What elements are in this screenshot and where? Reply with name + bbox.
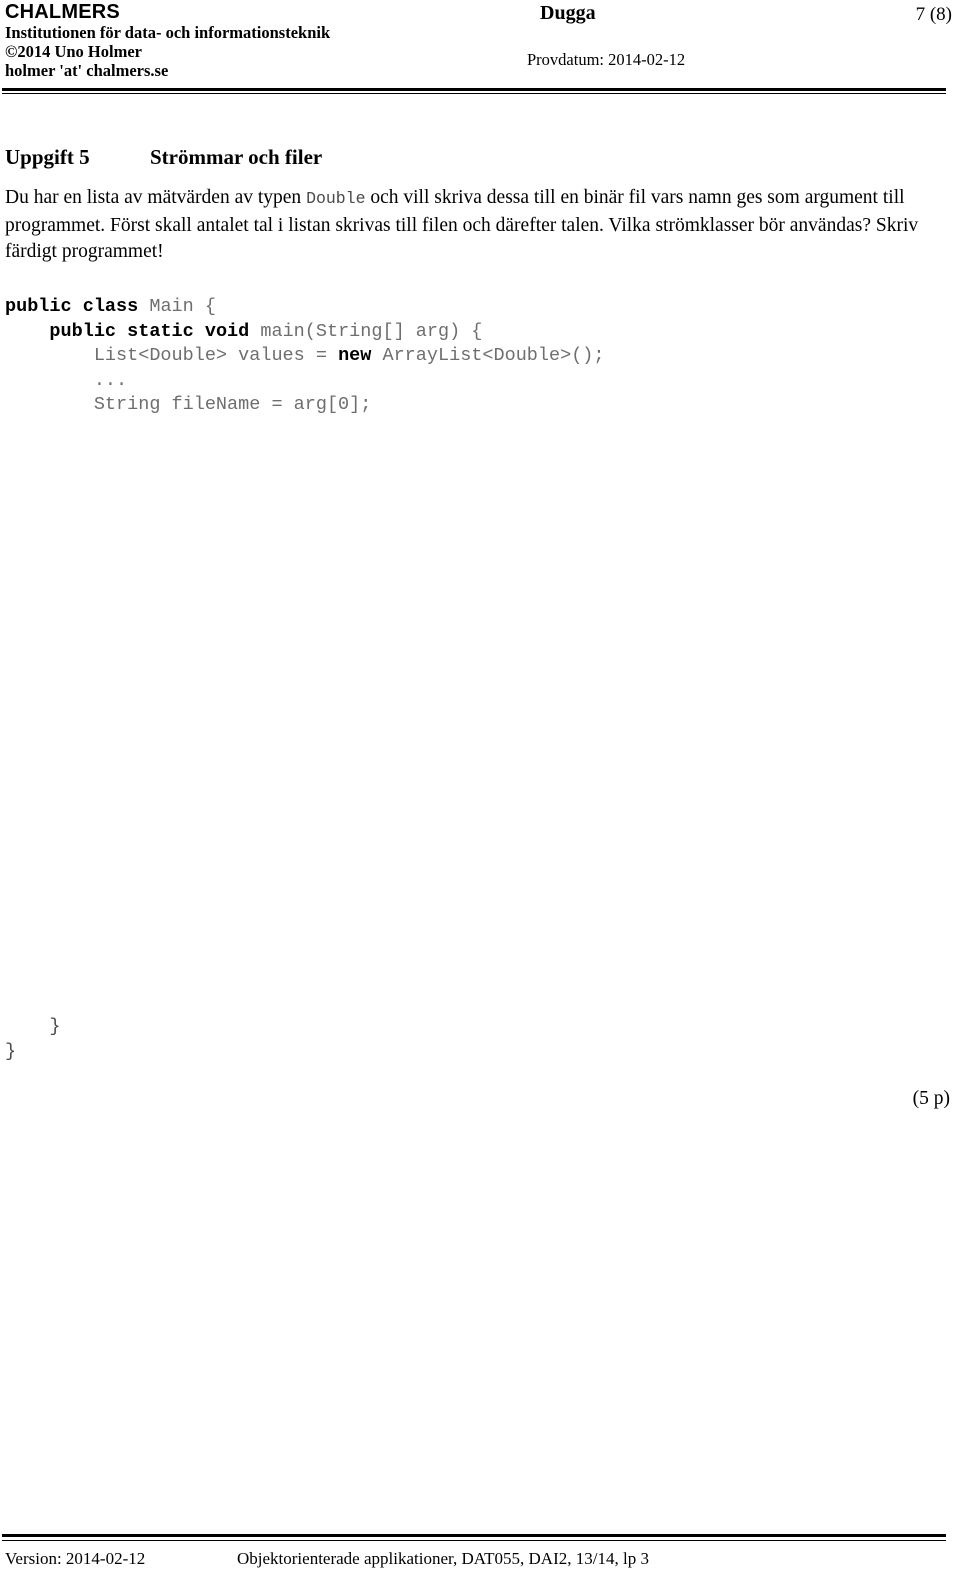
- footer-rule-thick: [2, 1534, 946, 1537]
- code-line1-rest: Main {: [138, 296, 216, 317]
- code-line3-pre: List<Double> values =: [5, 345, 339, 366]
- task-number: Uppgift 5: [5, 145, 90, 169]
- header-institution-block: CHALMERS Institutionen för data- och inf…: [5, 1, 525, 81]
- header-rule-thin: [2, 93, 946, 94]
- task-points: (5 p): [912, 1088, 950, 1109]
- code-line2-indent: [5, 321, 49, 342]
- department-line: Institutionen för data- och informations…: [5, 23, 331, 42]
- code-close-inner-brace: }: [5, 1016, 61, 1037]
- page-number: 7 (8): [915, 4, 952, 25]
- task-title: Strömmar och filer: [150, 145, 323, 169]
- copyright-line: ©2014 Uno Holmer: [5, 42, 142, 61]
- document-title: Dugga: [540, 2, 596, 24]
- code-keyword-new: new: [338, 345, 372, 366]
- exam-date: Provdatum: 2014-02-12: [527, 50, 686, 69]
- code-close-outer-brace: }: [5, 1040, 17, 1062]
- code-line5-filename: String fileName = arg[0];: [5, 394, 372, 415]
- footer-rule-thin: [2, 1540, 946, 1541]
- header-rule-thick: [2, 88, 946, 91]
- inline-code-double: Double: [306, 189, 366, 208]
- chalmers-logo: CHALMERS: [5, 1, 120, 23]
- page-header: CHALMERS Institutionen för data- och inf…: [0, 0, 960, 95]
- code-line2-rest: main(String[] arg) {: [249, 320, 483, 342]
- task-heading: Uppgift 5 Strömmar och filer: [5, 145, 322, 170]
- code-keyword-public-static-void: public static void: [49, 320, 250, 342]
- footer-version: Version: 2014-02-12: [5, 1549, 146, 1568]
- code-keyword-public-class: public class: [5, 296, 139, 317]
- task-description: Du har en lista av mätvärden av typen Do…: [5, 185, 930, 266]
- code-closing-braces: } }: [5, 1015, 61, 1064]
- author-email: holmer 'at' chalmers.se: [5, 61, 169, 80]
- code-line4-ellipsis: ...: [5, 369, 128, 391]
- code-line3-post: ArrayList<Double>();: [371, 345, 605, 366]
- footer-course-info: Objektorienterade applikationer, DAT055,…: [237, 1549, 649, 1568]
- page-footer: Version: 2014-02-12 Objektorienterade ap…: [0, 1522, 960, 1582]
- task-text-part1: Du har en lista av mätvärden av typen: [5, 187, 307, 208]
- code-snippet: public class Main { public static void m…: [5, 295, 605, 418]
